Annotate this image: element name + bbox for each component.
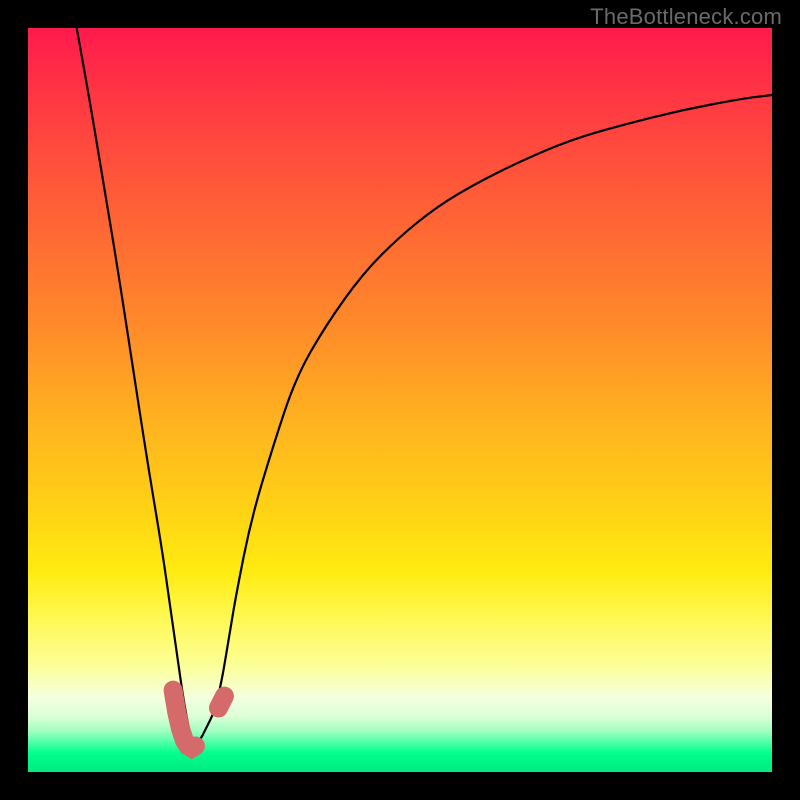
- watermark-label: TheBottleneck.com: [590, 4, 782, 30]
- plot-gradient-bg: [28, 28, 772, 772]
- canvas-frame: TheBottleneck.com: [0, 0, 800, 800]
